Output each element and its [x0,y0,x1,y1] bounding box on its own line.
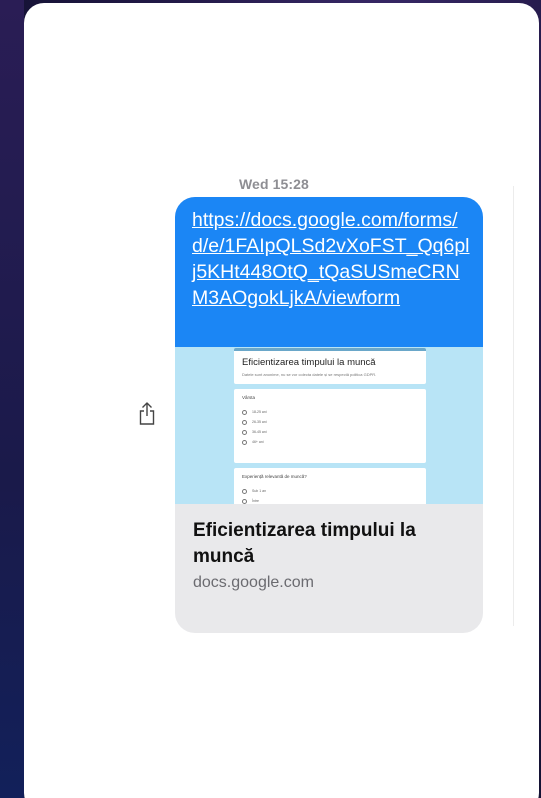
radio-option: 36-45 ani [242,427,418,437]
desktop-background [0,0,24,798]
radio-option: 46+ ani [242,437,418,447]
form-question-card: Vârsta 18-25 ani 26-35 ani 36-45 ani 46+… [234,389,426,463]
radio-option: Între [242,496,418,504]
message-timestamp: Wed 15:28 [239,176,309,192]
link-title: Eficientizarea timpului la muncă [193,520,416,567]
message-link[interactable]: https://docs.google.com/forms/d/e/1FAIpQ… [192,207,471,311]
link-preview-image[interactable]: Eficientizarea timpului la muncă Datele … [175,347,483,504]
link-metadata[interactable]: Eficientizarea timpului la muncă docs.go… [175,504,483,592]
divider [513,186,514,626]
radio-option: Sub 1 an [242,486,418,496]
question-label: Experiență relevantă de muncă? [242,474,307,479]
radio-icon [242,409,247,415]
link-domain: docs.google.com [193,574,314,591]
question-label: Vârsta [242,395,256,400]
radio-icon [242,488,247,494]
radio-option: 18-25 ani [242,407,418,417]
link-text-area[interactable]: https://docs.google.com/forms/d/e/1FAIpQ… [175,197,483,347]
form-description: Datele sunt anonime, nu se vor colecta d… [242,372,377,377]
radio-icon [242,429,247,435]
share-icon[interactable] [137,401,157,427]
radio-icon [242,439,247,445]
message-panel: Wed 15:28 https://docs.google.com/forms/… [24,3,539,798]
form-header-card: Eficientizarea timpului la muncă Datele … [234,348,426,384]
form-title: Eficientizarea timpului la muncă [242,357,376,368]
radio-icon [242,498,247,504]
radio-icon [242,419,247,425]
form-question-card: Experiență relevantă de muncă? Sub 1 an … [234,468,426,504]
radio-option: 26-35 ani [242,417,418,427]
link-preview-bubble[interactable]: https://docs.google.com/forms/d/e/1FAIpQ… [175,197,483,633]
